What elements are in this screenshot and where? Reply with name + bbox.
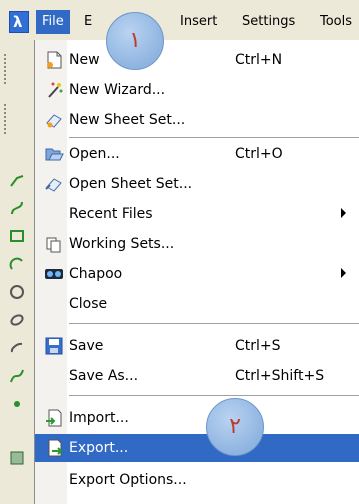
menu-insert[interactable]: Insert (180, 10, 217, 34)
toolbar-grip[interactable] (4, 54, 9, 84)
left-toolbar (0, 40, 35, 504)
export-icon (48, 439, 63, 457)
toolbar-grip[interactable] (4, 104, 9, 134)
callout-step-2: ٢ (206, 398, 264, 456)
menu-item-chapoo[interactable]: Chapoo (35, 260, 359, 288)
circle-tool-icon[interactable] (9, 284, 25, 300)
menu-item-recent-files[interactable]: Recent Files (35, 200, 359, 228)
wizard-wand-icon (48, 82, 63, 98)
menu-item-export-options[interactable]: Export Options... (35, 466, 359, 494)
menu-item-open[interactable]: Open... Ctrl+O (35, 140, 359, 168)
submenu-arrow-icon (341, 268, 346, 278)
callout-step-1: ١ (106, 12, 164, 70)
menu-separator (69, 137, 359, 138)
import-icon (46, 409, 62, 427)
submenu-arrow-icon (341, 208, 346, 218)
menu-item-export[interactable]: Export... (35, 434, 359, 462)
menu-separator (69, 395, 359, 396)
menu-edit[interactable]: E (84, 10, 92, 34)
ellipse-arc-tool-icon[interactable] (9, 340, 25, 356)
curve-tool-icon[interactable] (9, 368, 25, 384)
menu-file[interactable]: File (36, 10, 70, 34)
polyline-tool-icon[interactable] (9, 172, 25, 188)
menu-item-new[interactable]: New Ctrl+N (35, 46, 359, 74)
working-sets-icon (46, 237, 61, 253)
ellipse-tool-icon[interactable] (9, 312, 25, 328)
new-document-icon (47, 51, 62, 69)
spline-tool-icon[interactable] (9, 200, 25, 216)
file-menu-dropdown: New Ctrl+N New Wizard... New Sheet Set..… (34, 40, 359, 504)
menu-item-open-sheet-set[interactable]: Open Sheet Set... (35, 170, 359, 198)
sheet-set-open-icon (45, 178, 62, 192)
menu-settings[interactable]: Settings (242, 10, 295, 34)
point-tool-icon[interactable] (9, 396, 25, 412)
chapoo-icon (45, 269, 63, 279)
save-disk-icon (45, 337, 63, 355)
menu-item-close[interactable]: Close (35, 290, 359, 318)
arc-tool-icon[interactable] (9, 256, 25, 272)
menu-item-new-wizard[interactable]: New Wizard... (35, 76, 359, 104)
rectangle-tool-icon[interactable] (9, 228, 25, 244)
menu-separator (69, 323, 359, 324)
app-logo-icon[interactable]: λ (9, 11, 29, 33)
menu-item-save-as[interactable]: Save As... Ctrl+Shift+S (35, 362, 359, 390)
menu-item-save[interactable]: Save Ctrl+S (35, 332, 359, 360)
menu-item-new-sheet-set[interactable]: New Sheet Set... (35, 106, 359, 134)
sheet-set-new-icon (46, 114, 62, 128)
open-folder-icon (45, 148, 64, 161)
menu-bar: λ File E Insert Settings Tools (0, 0, 359, 41)
menu-item-import[interactable]: Import... (35, 404, 359, 432)
menu-item-working-sets[interactable]: Working Sets... (35, 230, 359, 258)
hatch-tool-icon[interactable] (9, 450, 25, 466)
menu-tools[interactable]: Tools (320, 10, 352, 34)
